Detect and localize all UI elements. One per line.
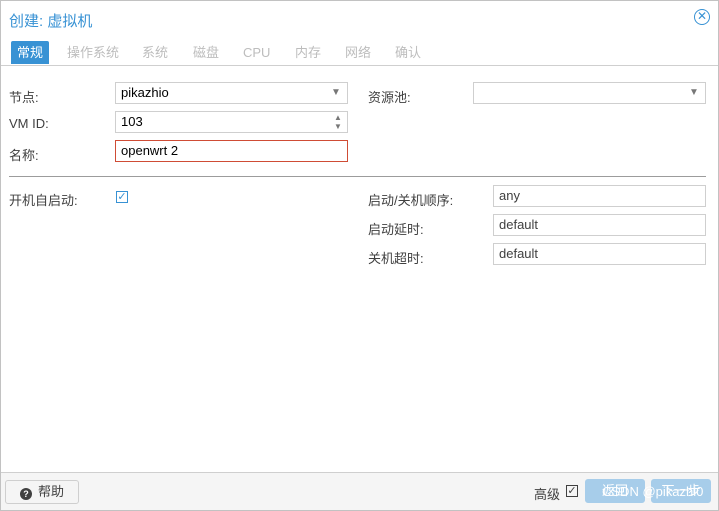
delay-value: default [499,217,539,232]
order-value: any [499,188,520,203]
onboot-label: 开机自启动: [9,193,78,208]
advanced-label: 高级 [534,487,561,502]
help-button-label: 帮助 [37,484,64,499]
spinner-icon[interactable]: ▲ ▼ [332,113,344,131]
title-bar: 创建: 虚拟机 ✕ [1,1,718,35]
help-button[interactable]: ? 帮助 [5,480,79,504]
watermark: CSDN @pikazhi0 [602,484,704,499]
advanced-checkbox[interactable]: ✓ [566,485,578,497]
chevron-down-icon[interactable]: ▼ [689,83,699,103]
pool-label: 资源池: [368,90,411,105]
tab-general[interactable]: 常规 [11,41,50,64]
node-value: pikazhio [121,85,169,100]
onboot-checkbox[interactable]: ✓ [116,191,128,203]
vmid-value: 103 [121,114,143,129]
order-label: 启动/关机顺序: [368,193,454,208]
question-icon: ? [19,488,32,500]
order-input[interactable]: any [493,185,706,207]
vmid-input[interactable]: 103 ▲ ▼ [115,111,348,133]
delay-label: 启动延时: [368,222,424,237]
name-input[interactable]: openwrt 2 [115,140,348,162]
timeout-input[interactable]: default [493,243,706,265]
create-vm-dialog: 创建: 虚拟机 ✕ 常规 操作系统 系统 磁盘 CPU 内存 网络 确认 节点:… [0,0,719,511]
pool-select[interactable]: ▼ [473,82,706,104]
tab-os[interactable]: 操作系统 [67,42,119,64]
tab-cpu[interactable]: CPU [243,42,270,64]
close-icon[interactable]: ✕ [694,9,710,25]
tab-confirm[interactable]: 确认 [395,42,421,64]
section-divider [9,176,706,177]
node-label: 节点: [9,90,39,105]
chevron-down-icon[interactable]: ▼ [331,83,341,103]
wizard-tabs: 常规 操作系统 系统 磁盘 CPU 内存 网络 确认 [1,39,718,66]
timeout-value: default [499,246,539,261]
name-value: openwrt 2 [121,143,179,158]
delay-input[interactable]: default [493,214,706,236]
node-select[interactable]: pikazhio ▼ [115,82,348,104]
vmid-label: VM ID: [9,116,49,131]
dialog-title: 创建: 虚拟机 [9,13,93,30]
name-label: 名称: [9,148,39,163]
tab-network[interactable]: 网络 [345,42,371,64]
timeout-label: 关机超时: [368,251,424,266]
tab-disk[interactable]: 磁盘 [193,42,219,64]
dialog-footer: ? 帮助 高级 ✓ 返回 下一步 CSDN @pikazhi0 [1,472,718,510]
tab-memory[interactable]: 内存 [295,42,321,64]
tab-system[interactable]: 系统 [142,42,168,64]
